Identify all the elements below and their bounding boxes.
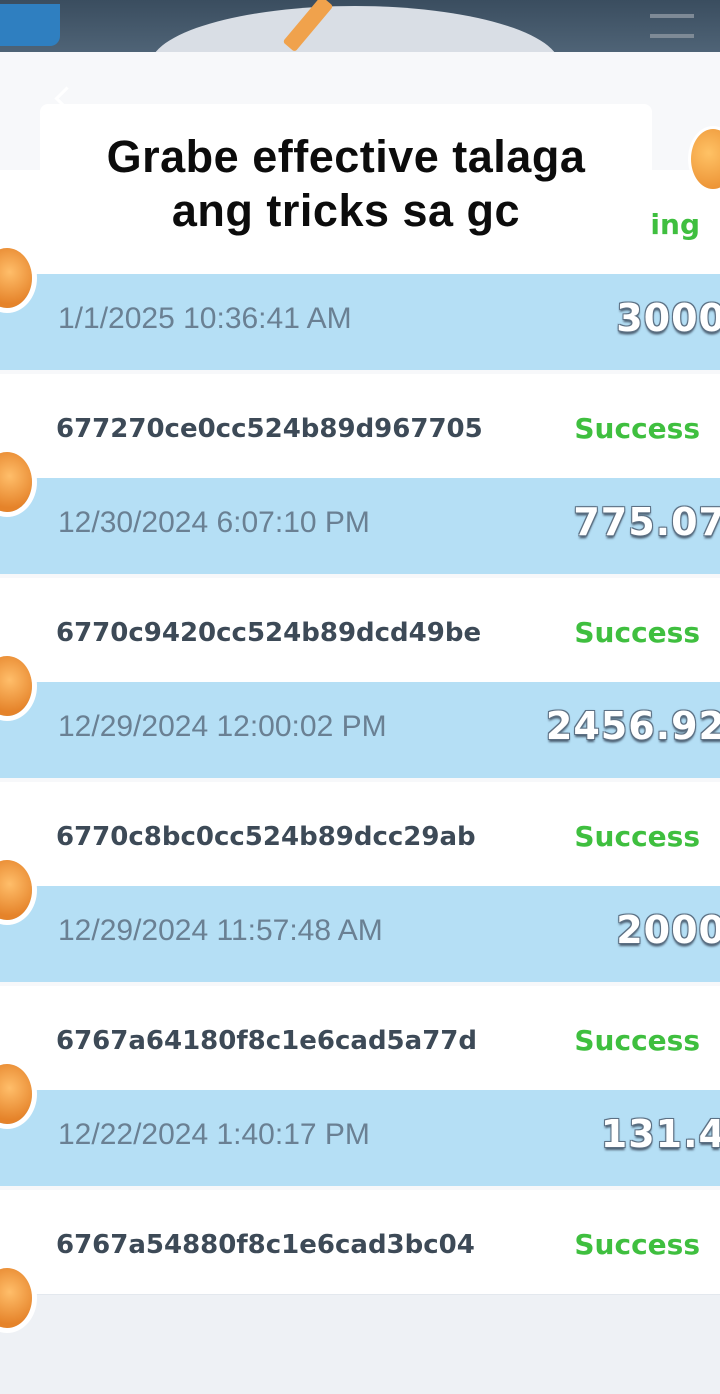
- transaction-header: 6767a64180f8c1e6cad5a77d Success: [0, 986, 720, 1091]
- transaction-header: 6770c9420cc524b89dcd49be Success: [0, 578, 720, 683]
- menu-icon[interactable]: [650, 14, 694, 38]
- transaction-header: 6770c8bc0cc524b89dcc29ab Success: [0, 782, 720, 887]
- transaction-id: 677270ce0cc524b89d967705: [56, 414, 483, 444]
- status-badge: Success: [574, 1228, 700, 1261]
- transaction-details: 1/1/2025 10:36:41 AM 3000: [0, 274, 720, 370]
- transaction-amount: 775.07: [573, 500, 720, 544]
- transaction-amount: 3000: [616, 296, 720, 340]
- status-badge: Success: [574, 616, 700, 649]
- transaction-amount: 2000: [616, 908, 720, 952]
- transaction-header: 6767a54880f8c1e6cad3bc04 Success: [0, 1190, 720, 1295]
- transaction-row[interactable]: 6770c9420cc524b89dcd49be Success 12/29/2…: [0, 578, 720, 782]
- transaction-details: 12/29/2024 11:57:48 AM 2000: [0, 886, 720, 982]
- transaction-details: 12/22/2024 1:40:17 PM 131.4: [0, 1090, 720, 1186]
- transaction-row[interactable]: 6767a64180f8c1e6cad5a77d Success 12/22/2…: [0, 986, 720, 1190]
- transaction-row[interactable]: 6770c8bc0cc524b89dcc29ab Success 12/29/2…: [0, 782, 720, 986]
- app-corner-icon[interactable]: [0, 4, 60, 46]
- transaction-id: 6770c8bc0cc524b89dcc29ab: [56, 822, 476, 852]
- transaction-date: 12/22/2024 1:40:17 PM: [58, 1118, 370, 1151]
- top-bar: [0, 0, 720, 60]
- transaction-id: 6767a54880f8c1e6cad3bc04: [56, 1230, 475, 1260]
- transaction-id: 6767a64180f8c1e6cad5a77d: [56, 1026, 477, 1056]
- transaction-date: 12/29/2024 11:57:48 AM: [58, 914, 383, 947]
- transaction-header: 677270ce0cc524b89d967705 Success: [0, 374, 720, 479]
- transaction-date: 12/30/2024 6:07:10 PM: [58, 506, 370, 539]
- transaction-details: 12/30/2024 6:07:10 PM 775.07: [0, 478, 720, 574]
- transaction-row[interactable]: 6767a54880f8c1e6cad3bc04 Success: [0, 1190, 720, 1394]
- status-badge: Success: [574, 412, 700, 445]
- transaction-amount: 2456.92: [545, 704, 720, 748]
- caption-line-1: Grabe effective talaga: [106, 131, 586, 182]
- transaction-date: 12/29/2024 12:00:02 PM: [58, 710, 387, 743]
- transaction-details: 12/29/2024 12:00:02 PM 2456.92: [0, 682, 720, 778]
- transaction-row[interactable]: 677270ce0cc524b89d967705 Success 12/30/2…: [0, 374, 720, 578]
- transaction-panel: 6774aa390cc524b89d30cc7a Pending 1/1/202…: [0, 52, 720, 1328]
- status-badge: Success: [574, 820, 700, 853]
- status-badge: Success: [574, 1024, 700, 1057]
- transaction-date: 1/1/2025 10:36:41 AM: [58, 302, 352, 335]
- transaction-id: 6770c9420cc524b89dcd49be: [56, 618, 482, 648]
- transaction-amount: 131.4: [600, 1112, 720, 1156]
- caption-overlay: Grabe effective talaga ang tricks sa gc: [40, 104, 652, 264]
- caption-line-2: ang tricks sa gc: [171, 185, 521, 236]
